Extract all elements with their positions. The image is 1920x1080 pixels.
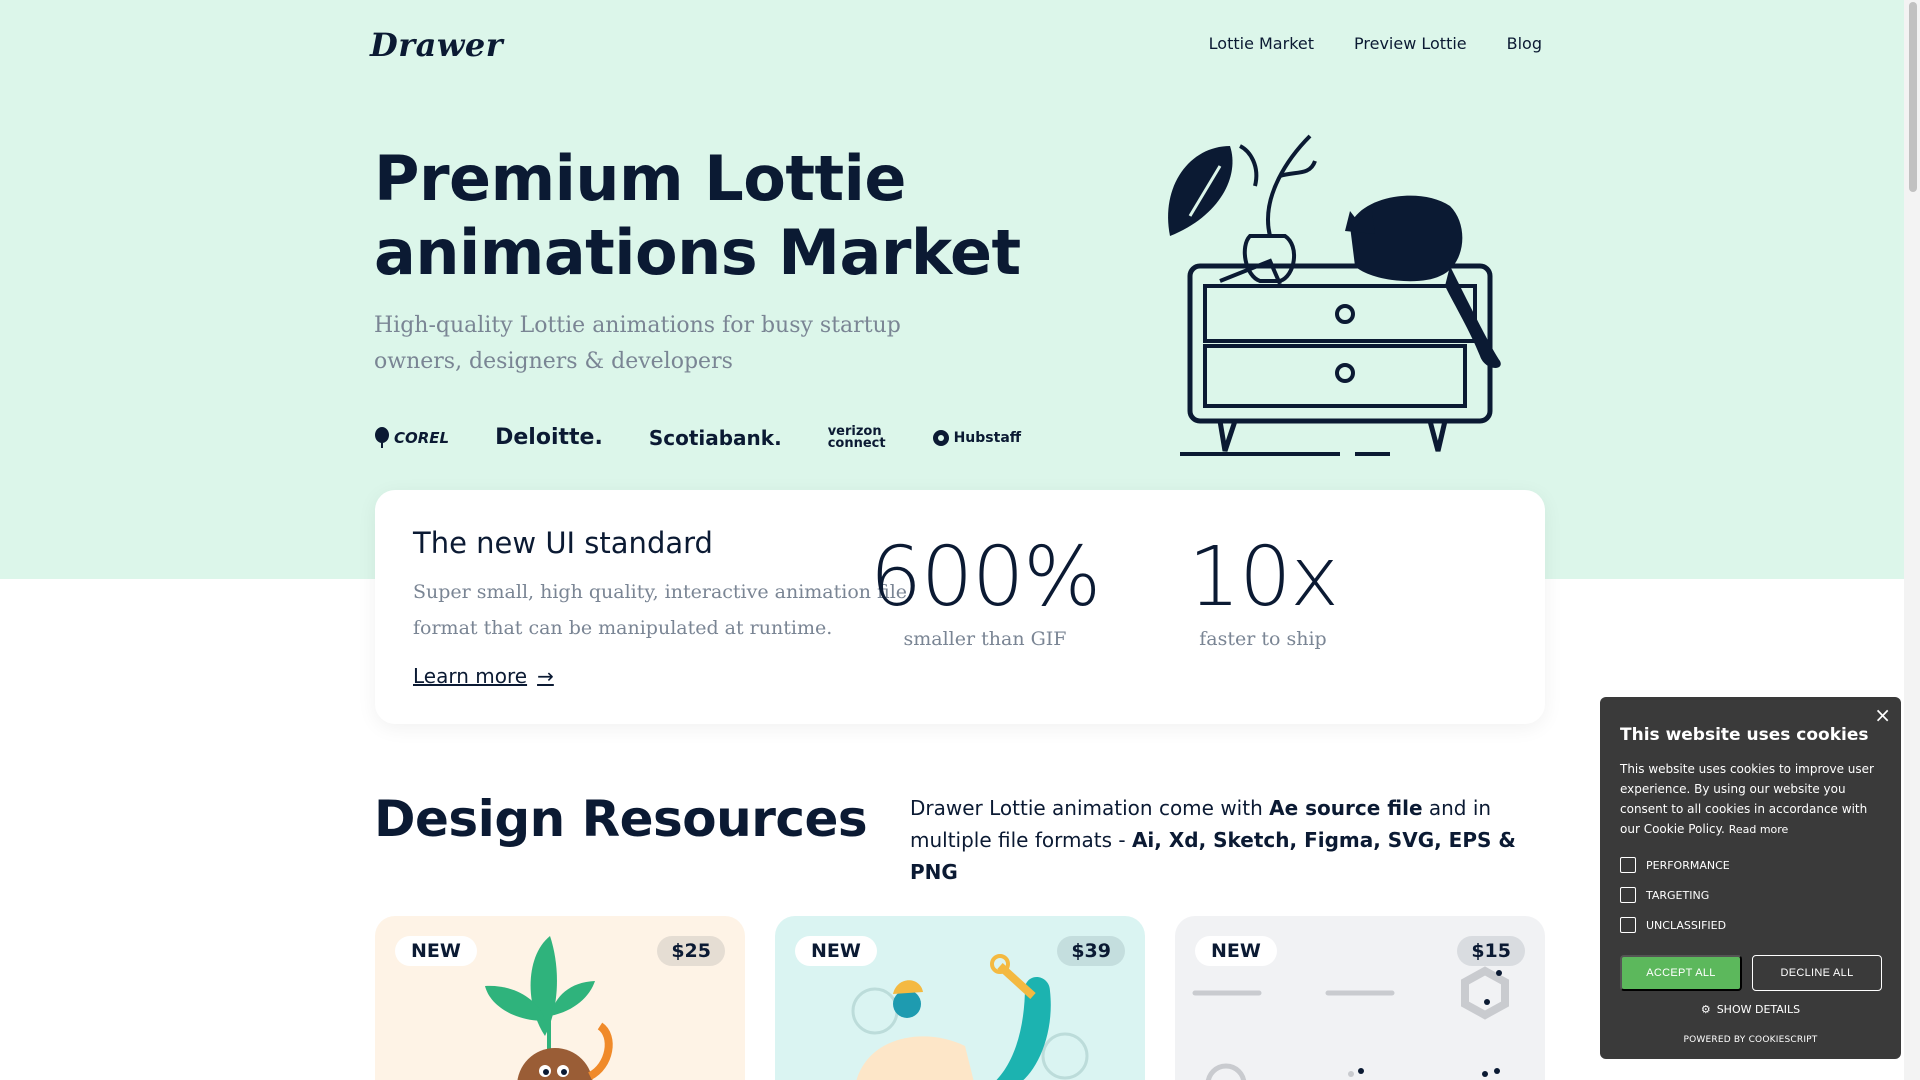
- read-more-link[interactable]: Read more: [1729, 823, 1789, 836]
- resource-tiles: NEW $25 NEW $39 NEW $15: [375, 916, 1545, 1080]
- brand-logos: COREL Deloitte. Scotiabank. verizon conn…: [374, 425, 1021, 450]
- corel-balloon-icon: [375, 426, 389, 448]
- decline-all-button[interactable]: DECLINE ALL: [1752, 955, 1882, 991]
- targeting-checkbox[interactable]: [1620, 887, 1636, 903]
- close-icon[interactable]: ×: [1874, 703, 1891, 727]
- top-nav: Lottie Market Preview Lottie Blog: [1209, 34, 1542, 53]
- price-badge: $25: [657, 936, 725, 966]
- feature-title: The new UI standard: [413, 526, 713, 560]
- resources-desc-prefix: Drawer Lottie animation come with: [910, 796, 1270, 820]
- resource-tile[interactable]: NEW $39: [775, 916, 1145, 1080]
- resources-description: Drawer Lottie animation come with Ae sou…: [910, 792, 1530, 888]
- hubstaff-icon: [932, 429, 949, 446]
- resources-title: Design Resources: [374, 790, 868, 848]
- hubstaff-text: Hubstaff: [953, 429, 1022, 446]
- nav-lottie-market[interactable]: Lottie Market: [1209, 34, 1314, 53]
- stat-size-value: 600%: [869, 530, 1101, 625]
- stat-speed-value: 10x: [1188, 530, 1339, 625]
- nav-preview-lottie[interactable]: Preview Lottie: [1354, 34, 1467, 53]
- resource-tile[interactable]: NEW $25: [375, 916, 745, 1080]
- accept-all-button[interactable]: ACCEPT ALL: [1620, 955, 1742, 991]
- new-badge: NEW: [1195, 936, 1277, 966]
- cat-dresser-illustration: [1168, 134, 1501, 456]
- cookie-text: This website uses cookies to improve use…: [1620, 759, 1882, 840]
- page-scrollbar[interactable]: [1904, 0, 1920, 1080]
- stat-speed-label: faster to ship: [1199, 628, 1327, 650]
- nav-blog[interactable]: Blog: [1507, 34, 1542, 53]
- new-badge: NEW: [795, 936, 877, 966]
- cookie-option-performance[interactable]: PERFORMANCE: [1620, 857, 1730, 873]
- deloitte-logo: Deloitte.: [495, 425, 603, 450]
- feature-card: The new UI standard Super small, high qu…: [375, 490, 1545, 724]
- stat-size-label: smaller than GIF: [903, 628, 1067, 650]
- gear-icon: ⚙: [1700, 1003, 1711, 1016]
- stat-size: 600% smaller than GIF: [855, 530, 1115, 651]
- hero-title: Premium Lottie animations Market: [374, 142, 1021, 289]
- cookie-consent-panel: × This website uses cookies This website…: [1600, 697, 1901, 1059]
- arrow-right-icon: →: [537, 664, 554, 688]
- price-badge: $15: [1457, 936, 1525, 966]
- resources-desc-source: Ae source file: [1269, 796, 1423, 820]
- cookie-option-unclassified[interactable]: UNCLASSIFIED: [1620, 917, 1726, 933]
- performance-label: PERFORMANCE: [1646, 858, 1730, 872]
- scrollbar-thumb[interactable]: [1909, 2, 1917, 192]
- cookie-option-targeting[interactable]: TARGETING: [1620, 887, 1709, 903]
- corel-text: COREL: [394, 428, 450, 447]
- resource-tile[interactable]: NEW $15: [1175, 916, 1545, 1080]
- scotiabank-logo: Scotiabank.: [648, 425, 782, 450]
- drawer-logo[interactable]: Drawer: [370, 26, 503, 64]
- connect-text: connect: [827, 435, 886, 451]
- show-details-label: SHOW DETAILS: [1716, 1003, 1801, 1016]
- hero-subtitle: High-quality Lottie animations for busy …: [374, 313, 901, 374]
- stat-speed: 10x faster to ship: [1133, 530, 1393, 651]
- price-badge: $39: [1057, 936, 1125, 966]
- powered-by[interactable]: POWERED BY COOKIESCRIPT: [1600, 1035, 1901, 1045]
- cookie-title: This website uses cookies: [1620, 725, 1869, 745]
- learn-more-link[interactable]: Learn more →: [413, 664, 554, 688]
- corel-logo: COREL: [374, 426, 450, 449]
- unclassified-checkbox[interactable]: [1620, 917, 1636, 933]
- targeting-label: TARGETING: [1646, 888, 1710, 902]
- verizon-connect-logo: verizon connect: [827, 425, 886, 451]
- show-details-toggle[interactable]: ⚙ SHOW DETAILS: [1600, 1003, 1901, 1016]
- performance-checkbox[interactable]: [1620, 857, 1636, 873]
- learn-more-label: Learn more: [413, 664, 528, 688]
- unclassified-label: UNCLASSIFIED: [1646, 918, 1727, 932]
- hubstaff-logo: Hubstaff: [932, 429, 1022, 447]
- new-badge: NEW: [395, 936, 477, 966]
